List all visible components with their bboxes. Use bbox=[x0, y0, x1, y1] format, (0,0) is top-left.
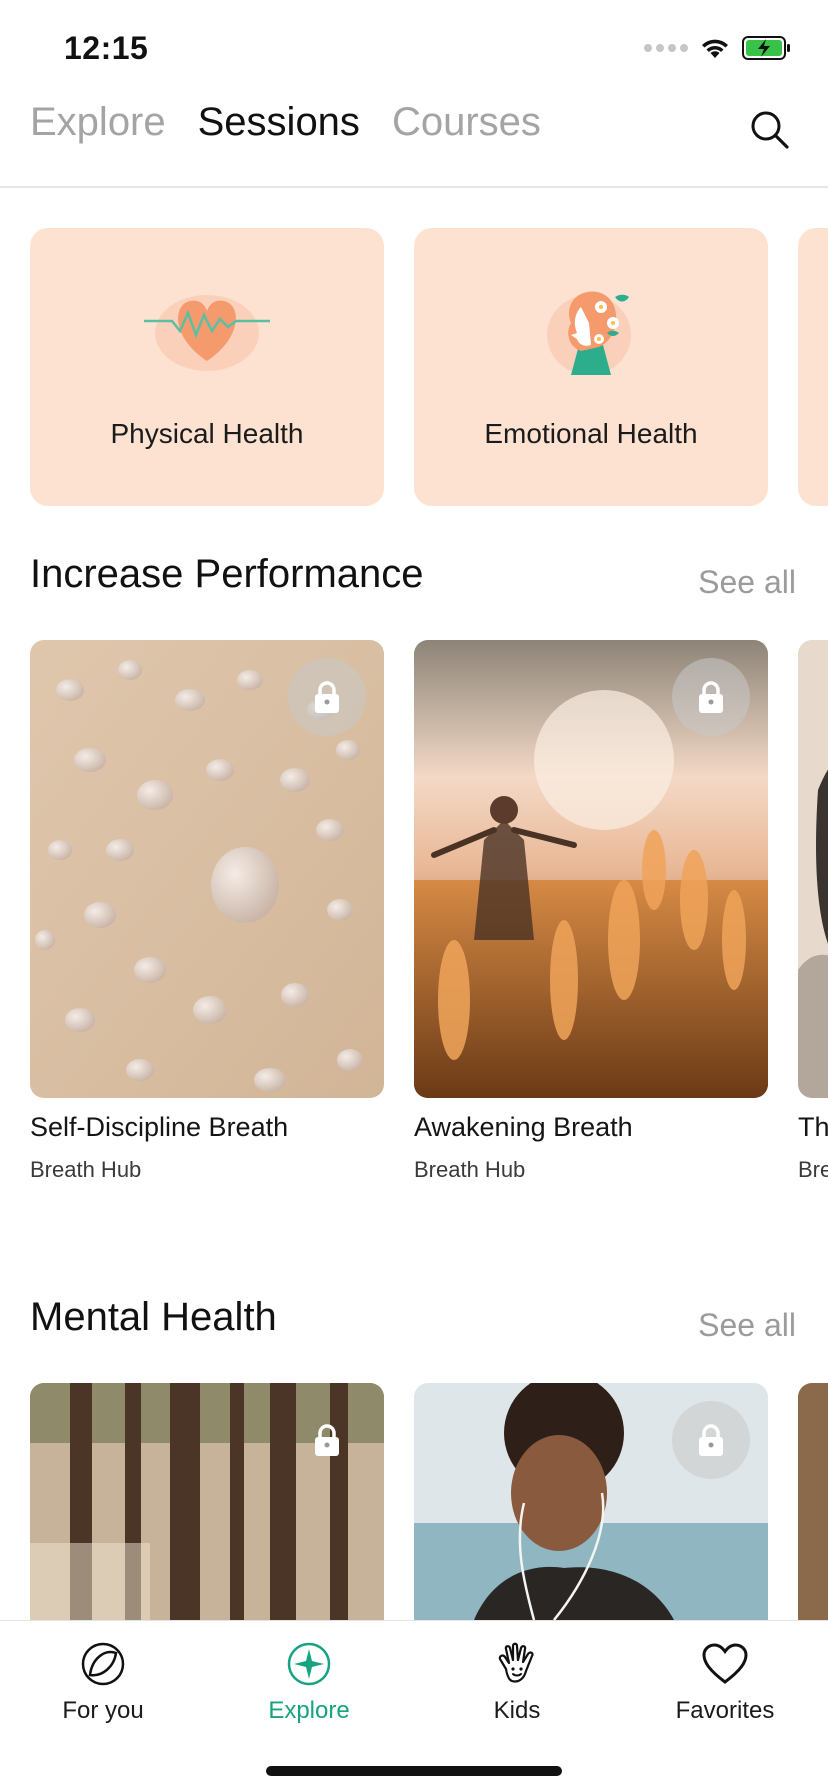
session-title: Awakening Breath bbox=[414, 1112, 633, 1142]
session-title: Self-Discipline Breath bbox=[30, 1112, 289, 1142]
session-subtitle: Breath Hub bbox=[414, 1157, 526, 1182]
nav-kids[interactable]: Kids bbox=[432, 1639, 602, 1725]
tab-sessions[interactable]: Sessions bbox=[198, 100, 360, 145]
next-image bbox=[798, 1383, 828, 1620]
status-time: 12:15 bbox=[64, 30, 149, 66]
session-row-mental-health bbox=[30, 1383, 828, 1620]
tab-explore[interactable]: Explore bbox=[30, 100, 166, 145]
category-card-emotional-health[interactable]: Emotional Health bbox=[414, 228, 768, 506]
home-indicator bbox=[266, 1766, 562, 1776]
category-card-next[interactable] bbox=[798, 228, 828, 506]
header-divider bbox=[0, 186, 828, 188]
heart-icon bbox=[702, 1643, 748, 1684]
nav-label: Explore bbox=[268, 1697, 350, 1724]
session-thumbnail-forest bbox=[30, 1383, 384, 1620]
battery-charging-icon bbox=[742, 36, 790, 60]
session-thumbnail-sunset-field bbox=[414, 640, 768, 1098]
search-icon bbox=[751, 111, 789, 149]
session-card-next[interactable]: Th Bre bbox=[798, 640, 828, 1183]
status-icons bbox=[644, 36, 792, 60]
for-you-icon bbox=[81, 1642, 125, 1686]
session-card-next[interactable] bbox=[798, 1383, 828, 1620]
session-title: Th bbox=[798, 1112, 828, 1142]
lock-badge bbox=[288, 1401, 366, 1479]
see-all-increase-performance[interactable]: See all bbox=[698, 564, 796, 601]
nav-explore[interactable]: Explore bbox=[224, 1639, 394, 1725]
category-label: Emotional Health bbox=[484, 418, 698, 449]
lock-icon bbox=[315, 681, 339, 713]
cellular-signal-icon bbox=[644, 44, 688, 52]
section-title-mental-health: Mental Health bbox=[30, 1295, 277, 1339]
session-card-man-listening[interactable] bbox=[414, 1383, 768, 1620]
lock-icon bbox=[699, 1424, 723, 1456]
session-thumbnail-man-listening bbox=[414, 1383, 768, 1620]
category-card-physical-health[interactable]: Physical Health bbox=[30, 228, 384, 506]
section-title-increase-performance: Increase Performance bbox=[30, 552, 424, 596]
status-bar: 12:15 bbox=[0, 0, 828, 90]
lock-icon bbox=[699, 681, 723, 713]
explore-star-icon bbox=[287, 1642, 331, 1686]
lock-badge bbox=[672, 658, 750, 736]
session-card-awakening-breath[interactable]: Awakening Breath Breath Hub bbox=[414, 640, 768, 1183]
lock-icon bbox=[315, 1424, 339, 1456]
nav-for-you[interactable]: For you bbox=[18, 1639, 188, 1725]
session-row-increase-performance: Self-Discipline Breath Breath Hub Awaken… bbox=[30, 640, 828, 1183]
heart-pulse-icon bbox=[144, 295, 270, 371]
nav-favorites[interactable]: Favorites bbox=[640, 1639, 810, 1725]
session-thumbnail-pebbles bbox=[30, 640, 384, 1098]
wifi-icon bbox=[702, 39, 728, 58]
session-card-forest[interactable] bbox=[30, 1383, 384, 1620]
session-subtitle: Breath Hub bbox=[30, 1157, 142, 1182]
category-label: Physical Health bbox=[110, 418, 304, 449]
session-thumbnail-rock bbox=[798, 640, 828, 1098]
tab-courses[interactable]: Courses bbox=[392, 100, 541, 145]
hand-icon bbox=[498, 1642, 534, 1683]
nav-label: For you bbox=[62, 1697, 144, 1724]
lock-badge bbox=[288, 658, 366, 736]
session-thumbnail-next bbox=[798, 1383, 828, 1620]
see-all-mental-health[interactable]: See all bbox=[698, 1307, 796, 1344]
session-card-self-discipline-breath[interactable]: Self-Discipline Breath Breath Hub bbox=[30, 640, 384, 1183]
nav-label: Favorites bbox=[675, 1697, 775, 1724]
nav-label: Kids bbox=[493, 1697, 541, 1724]
lock-badge bbox=[672, 1401, 750, 1479]
rock-image bbox=[798, 640, 828, 1098]
session-subtitle: Bre bbox=[798, 1157, 828, 1182]
search-button[interactable] bbox=[748, 108, 792, 152]
top-tabs: Explore Sessions Courses bbox=[30, 100, 541, 145]
category-row: Physical Health Emotional Health bbox=[30, 228, 828, 506]
woman-flowers-icon bbox=[547, 291, 631, 375]
